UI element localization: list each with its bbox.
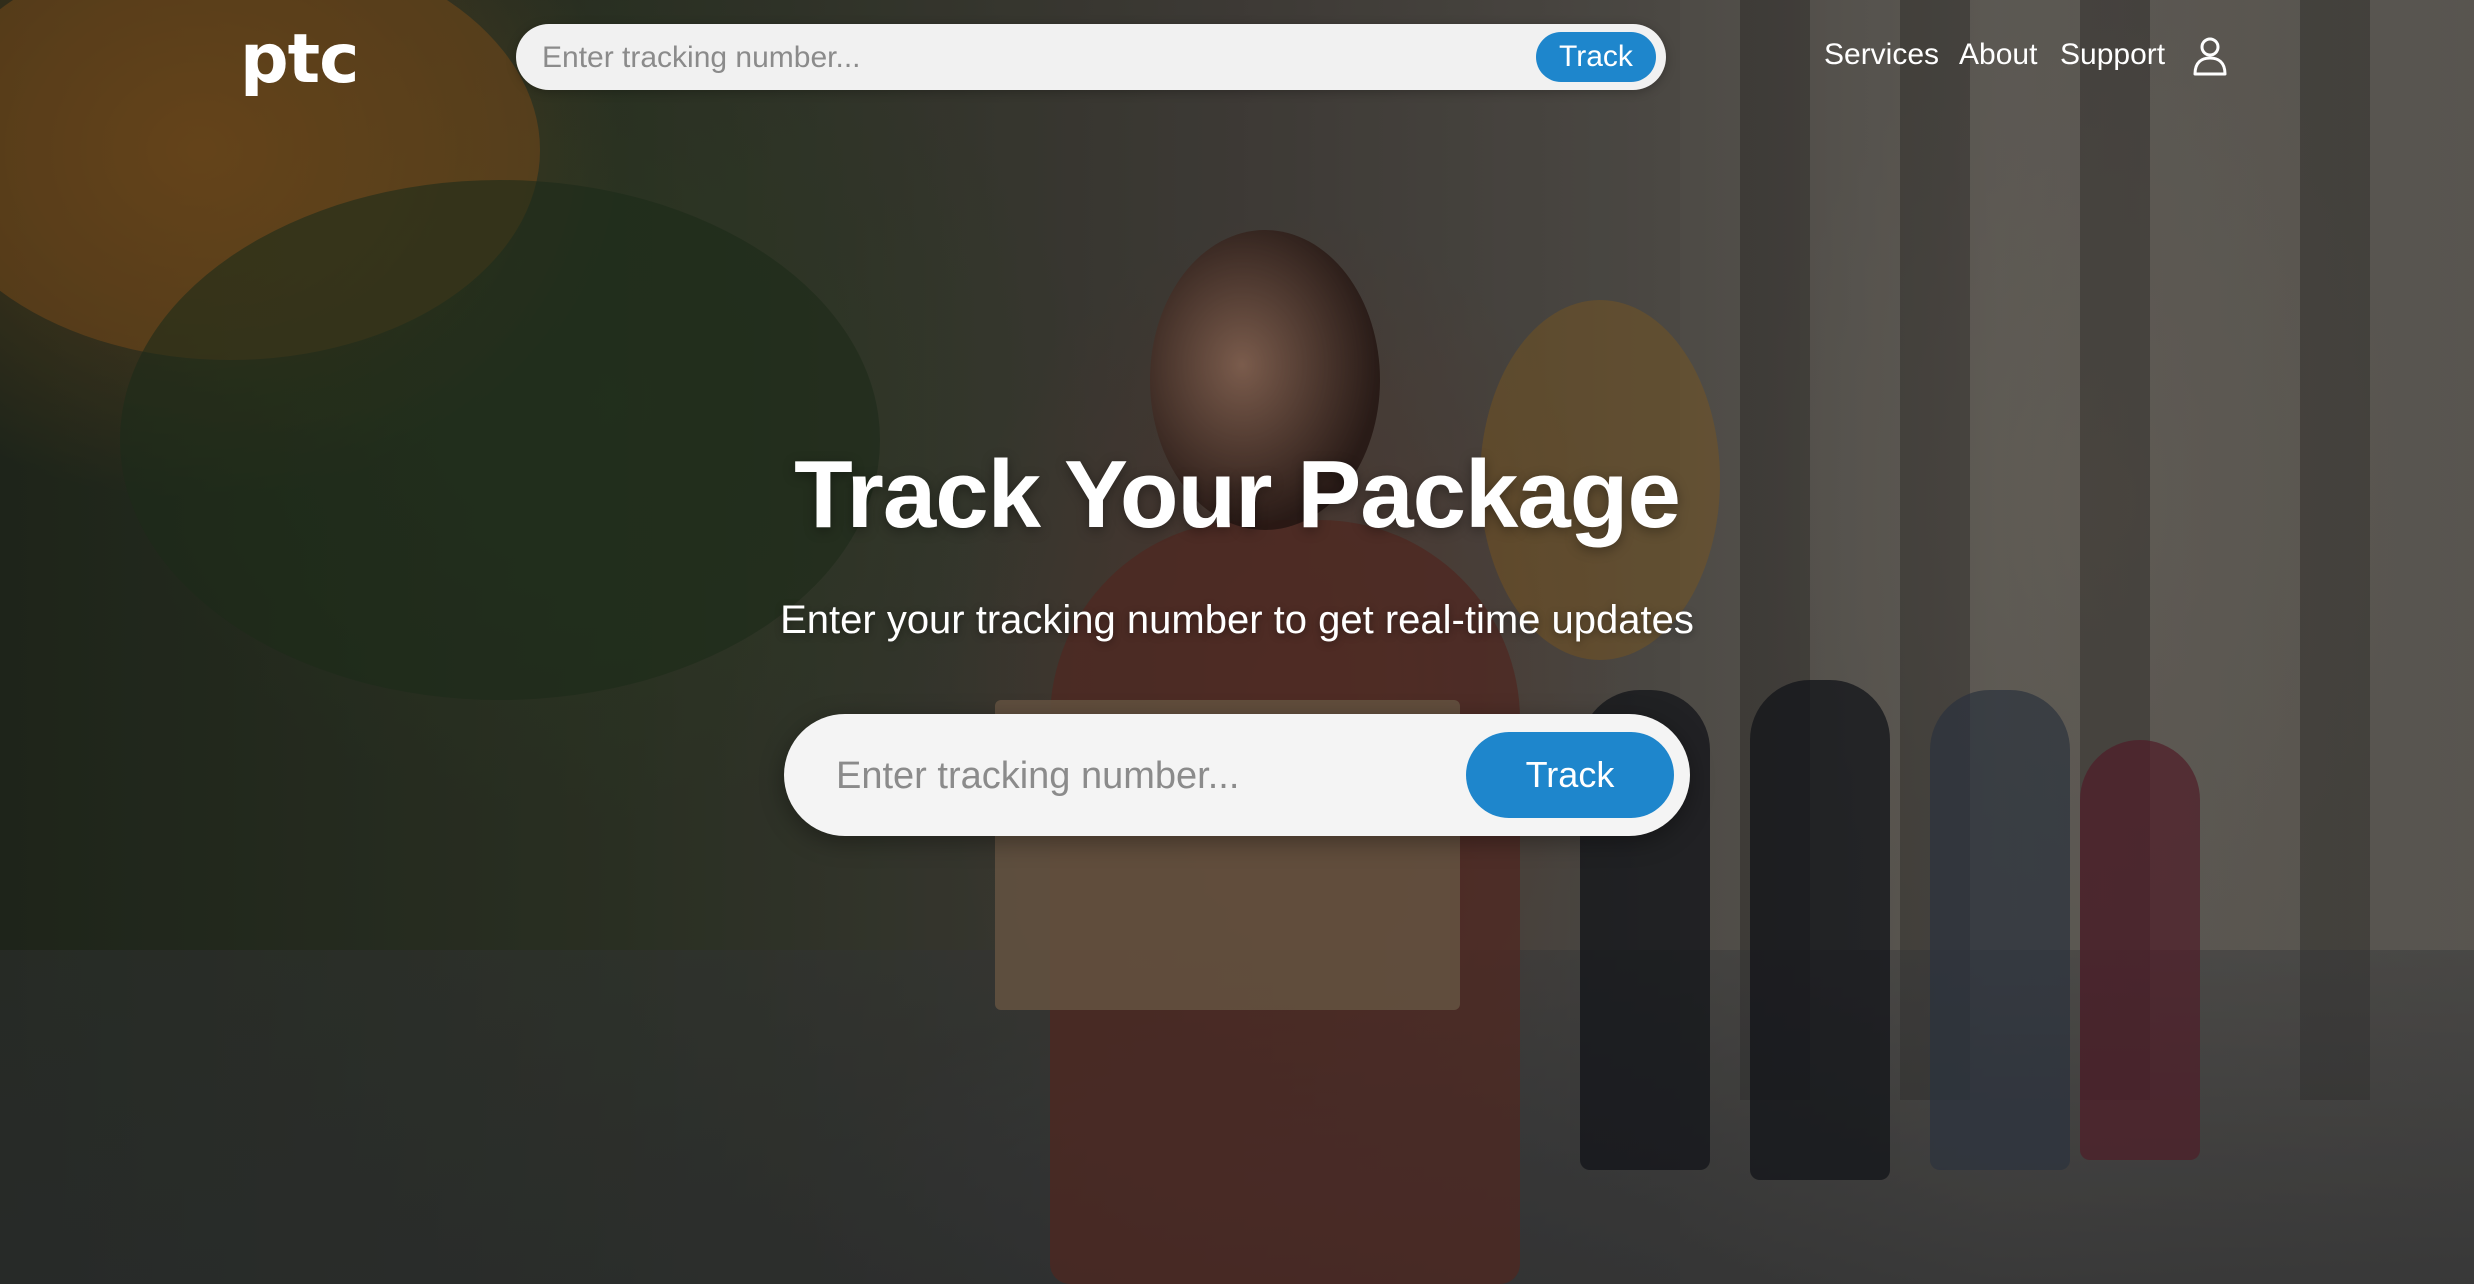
hero-tracking-input[interactable] xyxy=(834,714,1438,838)
pedestrian-shape xyxy=(1930,690,2070,1170)
building-column xyxy=(2300,0,2370,1100)
hero-subtitle: Enter your tracking number to get real-t… xyxy=(780,598,1694,642)
nav-support[interactable]: Support xyxy=(2060,38,2165,78)
user-icon[interactable] xyxy=(2192,36,2228,76)
header-search-bar: Track xyxy=(516,24,1666,92)
sidewalk-shape xyxy=(0,950,2474,1284)
top-header: ptc Track Services About Support xyxy=(0,0,2474,116)
pedestrian-shape xyxy=(1750,680,1890,1180)
pedestrian-shape xyxy=(2080,740,2200,1160)
nav-about[interactable]: About xyxy=(1959,38,2037,78)
site-logo[interactable]: ptc xyxy=(240,20,359,99)
building-column xyxy=(1740,0,1810,1100)
header-track-button[interactable]: Track xyxy=(1536,32,1656,82)
hero-search-bar: Track xyxy=(784,714,1690,838)
hero-track-button[interactable]: Track xyxy=(1466,732,1674,818)
hero-title: Track Your Package xyxy=(794,441,1681,548)
page: ptc Track Services About Support Track Y… xyxy=(0,0,2474,1284)
header-tracking-input[interactable] xyxy=(540,24,1524,92)
nav-services[interactable]: Services xyxy=(1824,38,1939,78)
building-column xyxy=(1900,0,1970,1100)
building-column xyxy=(2080,0,2150,1100)
